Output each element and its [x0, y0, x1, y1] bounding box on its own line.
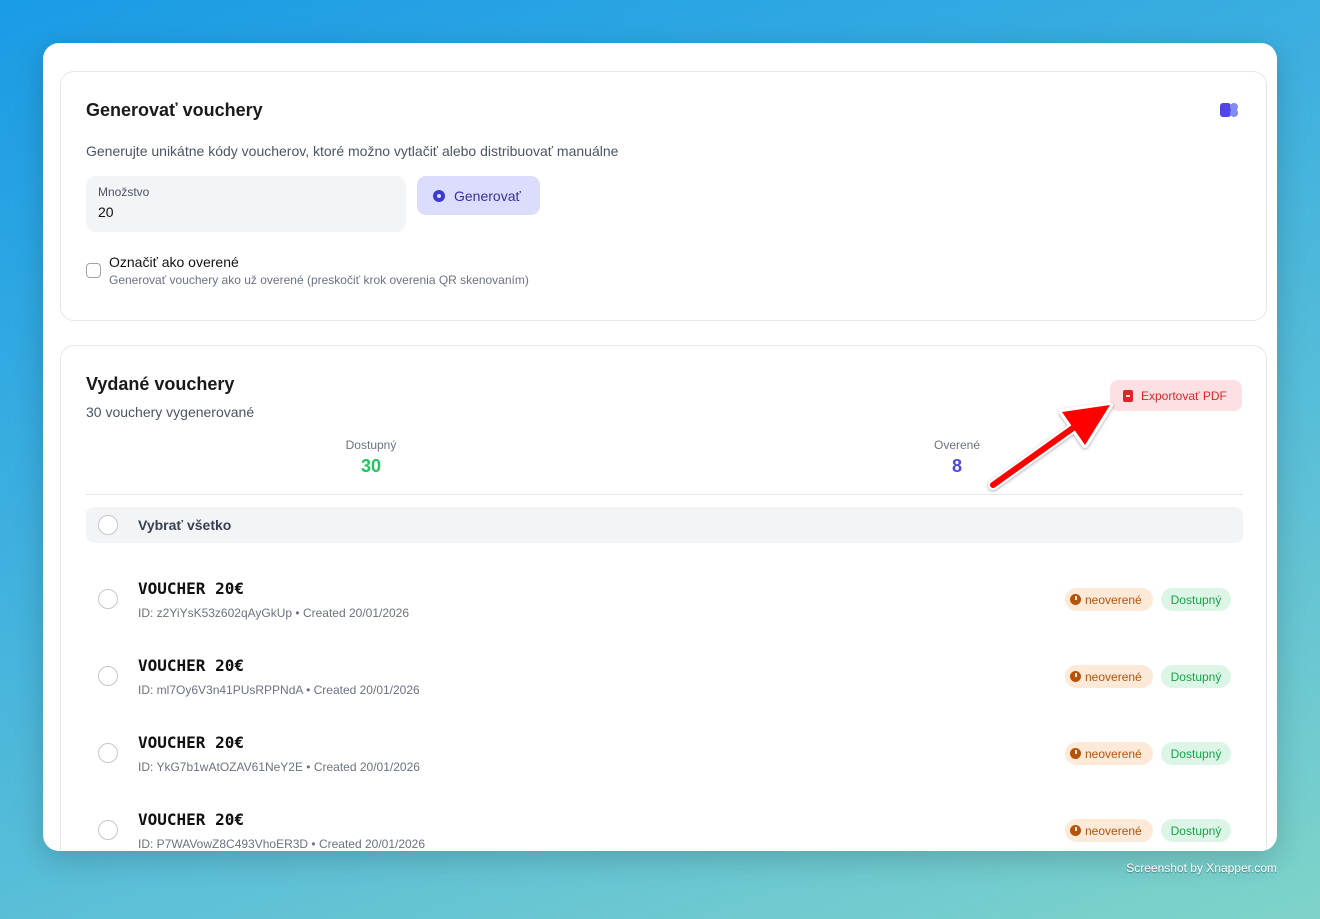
- voucher-row[interactable]: VOUCHER 20€ ID: P7WAVowZ8C493VhoER3D • C…: [86, 786, 1243, 851]
- voucher-meta: ID: P7WAVowZ8C493VhoER3D • Created 20/01…: [138, 837, 426, 851]
- voucher-title: VOUCHER 20€: [138, 579, 244, 598]
- clock-icon: [1070, 671, 1081, 682]
- export-pdf-button[interactable]: Exportovať PDF: [1110, 380, 1242, 411]
- voucher-row[interactable]: VOUCHER 20€ ID: z2YiYsK53z602qAyGkUp • C…: [86, 555, 1243, 627]
- stat-available: Dostupný 30: [311, 438, 431, 477]
- generate-button-label: Generovať: [454, 187, 521, 204]
- export-pdf-label: Exportovať PDF: [1141, 388, 1227, 403]
- mark-verified-checkbox[interactable]: [86, 263, 101, 278]
- voucher-title: VOUCHER 20€: [138, 733, 244, 752]
- voucher-logo-icon: [1220, 103, 1238, 117]
- unverified-badge-label: neoverené: [1085, 823, 1142, 838]
- clock-icon: [1070, 825, 1081, 836]
- stat-available-value: 30: [360, 456, 382, 476]
- voucher-meta: ID: z2YiYsK53z602qAyGkUp • Created 20/01…: [138, 606, 410, 620]
- available-badge: Dostupný: [1161, 588, 1231, 611]
- generate-button[interactable]: Generovať: [417, 176, 540, 215]
- generate-description: Generujte unikátne kódy voucherov, ktoré…: [86, 143, 619, 159]
- stat-verified-value: 8: [951, 456, 962, 476]
- unverified-badge-label: neoverené: [1085, 669, 1142, 684]
- voucher-meta: ID: ml7Oy6V3n41PUsRPPNdA • Created 20/01…: [138, 683, 420, 697]
- quantity-field[interactable]: Množstvo 20: [86, 176, 406, 232]
- voucher-title: VOUCHER 20€: [138, 810, 244, 829]
- stat-verified-label: Overené: [933, 438, 981, 452]
- mark-verified-label: Označiť ako overené: [109, 254, 239, 270]
- pdf-icon: [1123, 389, 1133, 402]
- divider: [86, 494, 1243, 495]
- available-badge: Dostupný: [1161, 665, 1231, 688]
- clock-icon: [1070, 748, 1081, 759]
- unverified-badge-label: neoverené: [1085, 592, 1142, 607]
- quantity-label: Množstvo: [98, 185, 150, 199]
- voucher-title: VOUCHER 20€: [138, 656, 244, 675]
- voucher-row[interactable]: VOUCHER 20€ ID: YkG7b1wAtOZAV61NeY2E • C…: [86, 709, 1243, 781]
- available-badge: Dostupný: [1161, 742, 1231, 765]
- generate-icon: [433, 189, 445, 202]
- watermark: Screenshot by Xnapper.com: [1126, 861, 1277, 875]
- unverified-badge: neoverené: [1065, 665, 1153, 688]
- issued-subtitle: 30 vouchery vygenerované: [86, 404, 255, 420]
- quantity-input[interactable]: 20: [98, 204, 114, 220]
- voucher-checkbox[interactable]: [98, 589, 118, 609]
- issued-title: Vydané vouchery: [86, 374, 235, 394]
- issued-vouchers-card: Vydané vouchery 30 vouchery vygenerované…: [60, 345, 1267, 851]
- voucher-meta: ID: YkG7b1wAtOZAV61NeY2E • Created 20/01…: [138, 760, 420, 774]
- stat-verified: Overené 8: [897, 438, 1017, 477]
- voucher-checkbox[interactable]: [98, 820, 118, 840]
- voucher-checkbox[interactable]: [98, 666, 118, 686]
- select-all-row[interactable]: Vybrať všetko: [86, 507, 1243, 543]
- voucher-row[interactable]: VOUCHER 20€ ID: ml7Oy6V3n41PUsRPPNdA • C…: [86, 632, 1243, 704]
- voucher-checkbox[interactable]: [98, 743, 118, 763]
- generate-vouchers-card: Generovať vouchery Generujte unikátne kó…: [60, 71, 1267, 321]
- stat-available-label: Dostupný: [345, 438, 397, 452]
- available-badge: Dostupný: [1161, 819, 1231, 842]
- select-all-label: Vybrať všetko: [138, 517, 232, 533]
- select-all-checkbox[interactable]: [98, 515, 118, 535]
- unverified-badge: neoverené: [1065, 742, 1153, 765]
- generate-title: Generovať vouchery: [86, 100, 263, 120]
- unverified-badge-label: neoverené: [1085, 746, 1142, 761]
- unverified-badge: neoverené: [1065, 819, 1153, 842]
- mark-verified-description: Generovať vouchery ako už overené (presk…: [109, 273, 529, 287]
- unverified-badge: neoverené: [1065, 588, 1153, 611]
- clock-icon: [1070, 594, 1081, 605]
- app-window: Generovať vouchery Generujte unikátne kó…: [43, 43, 1277, 851]
